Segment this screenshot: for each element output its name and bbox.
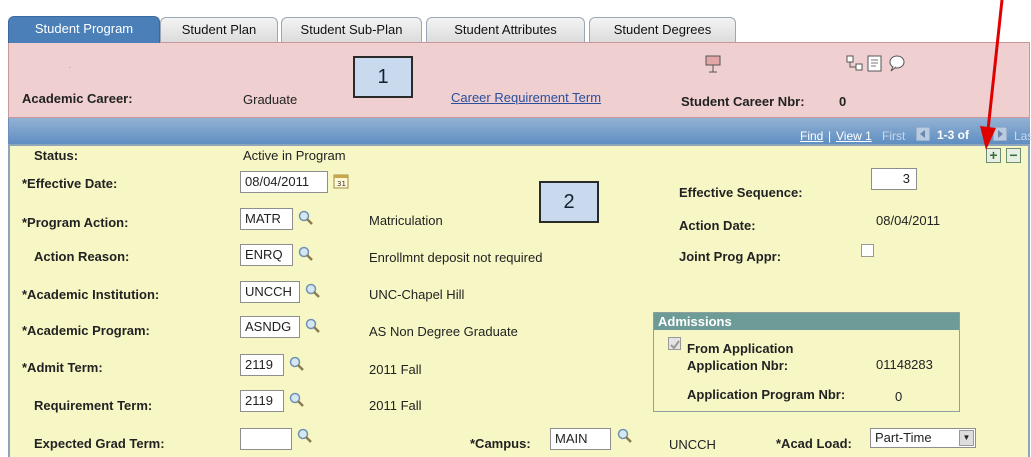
- notepad-icon[interactable]: [867, 55, 883, 72]
- acad-load-label: *Acad Load:: [776, 436, 852, 451]
- joint-prog-appr-checkbox[interactable]: [861, 244, 874, 257]
- action-reason-input[interactable]: ENRQ: [240, 244, 293, 266]
- career-requirement-term-link[interactable]: Career Requirement Term: [451, 90, 601, 105]
- campus-lookup-icon[interactable]: [617, 428, 633, 444]
- academic-institution-lookup-icon[interactable]: [305, 283, 321, 299]
- from-application-label: From Application: [687, 341, 794, 356]
- campus-description: UNCCH: [669, 437, 716, 452]
- campus-label: *Campus:: [470, 436, 531, 451]
- dropdown-arrow-icon[interactable]: ▼: [959, 430, 974, 446]
- callout-box-2: 2: [539, 181, 599, 223]
- academic-program-lookup-icon[interactable]: [305, 318, 321, 334]
- org-chart-icon[interactable]: [846, 55, 864, 72]
- admit-term-lookup-icon[interactable]: [289, 356, 305, 372]
- requirement-term-input[interactable]: 2119: [240, 390, 284, 412]
- expected-grad-term-input[interactable]: [240, 428, 292, 450]
- tab-student-attributes[interactable]: Student Attributes: [426, 17, 585, 42]
- academic-program-input[interactable]: ASNDG: [240, 316, 300, 338]
- calendar-icon[interactable]: 31: [333, 173, 349, 189]
- action-date-value: 08/04/2011: [876, 213, 941, 228]
- application-program-nbr-label: Application Program Nbr:: [687, 387, 846, 402]
- acad-load-select[interactable]: Part-Time ▼: [870, 428, 976, 448]
- joint-prog-appr-label: Joint Prog Appr:: [679, 249, 782, 264]
- acad-load-selected-value: Part-Time: [875, 430, 932, 445]
- academic-program-label: *Academic Program:: [22, 323, 150, 338]
- presentation-icon[interactable]: [704, 54, 722, 74]
- checkmark-icon: [670, 340, 680, 350]
- action-reason-description: Enrollmnt deposit not required: [369, 250, 543, 265]
- application-nbr-label: Application Nbr:: [687, 358, 789, 373]
- expected-grad-term-lookup-icon[interactable]: [297, 428, 313, 444]
- tab-student-plan[interactable]: Student Plan: [160, 17, 278, 42]
- tab-student-program[interactable]: Student Program: [8, 16, 160, 43]
- admit-term-label: *Admit Term:: [22, 360, 103, 375]
- academic-institution-input[interactable]: UNCCH: [240, 281, 300, 303]
- requirement-term-label: Requirement Term:: [34, 398, 153, 413]
- from-application-checkbox[interactable]: [668, 337, 681, 350]
- requirement-term-lookup-icon[interactable]: [289, 392, 305, 408]
- admit-term-description: 2011 Fall: [369, 362, 422, 377]
- student-career-nbr-value: 0: [839, 94, 847, 109]
- admit-term-input[interactable]: 2119: [240, 354, 284, 376]
- tab-student-sub-plan[interactable]: Student Sub-Plan: [281, 17, 422, 42]
- view-all-link[interactable]: View 1: [836, 129, 872, 143]
- svg-text:31: 31: [337, 180, 346, 188]
- action-date-label: Action Date:: [679, 218, 756, 233]
- effective-date-input[interactable]: 08/04/2011: [240, 171, 328, 193]
- academic-career-value: Graduate: [243, 92, 298, 107]
- action-reason-lookup-icon[interactable]: [298, 246, 314, 262]
- scroll-nav-bar: [8, 118, 1030, 144]
- career-header: [8, 42, 1030, 118]
- campus-input[interactable]: MAIN: [550, 428, 611, 450]
- program-action-lookup-icon[interactable]: [298, 210, 314, 226]
- academic-institution-description: UNC-Chapel Hill: [369, 287, 465, 302]
- expected-grad-term-label: Expected Grad Term:: [34, 436, 165, 451]
- action-reason-label: Action Reason:: [34, 249, 130, 264]
- annotation-arrow-icon: [980, 0, 1004, 150]
- application-nbr-value: 01148283: [876, 357, 933, 372]
- status-value: Active in Program: [243, 148, 346, 163]
- effective-date-label: *Effective Date:: [22, 176, 118, 191]
- application-program-nbr-value: 0: [895, 389, 903, 404]
- requirement-term-description: 2011 Fall: [369, 398, 422, 413]
- find-link[interactable]: Find: [800, 129, 823, 143]
- program-action-description: Matriculation: [369, 213, 443, 228]
- tab-bar: Student Program Student Plan Student Sub…: [0, 0, 1031, 43]
- academic-career-label: Academic Career:: [22, 91, 133, 106]
- program-action-input[interactable]: MATR: [240, 208, 293, 230]
- admissions-title: Admissions: [654, 313, 959, 330]
- tab-student-degrees[interactable]: Student Degrees: [589, 17, 736, 42]
- student-career-nbr-label: Student Career Nbr:: [681, 94, 805, 109]
- program-action-label: *Program Action:: [22, 215, 129, 230]
- effective-sequence-input[interactable]: 3: [871, 168, 917, 190]
- callout-box-1: 1: [353, 56, 413, 98]
- effective-sequence-label: Effective Sequence:: [679, 185, 803, 200]
- status-label: Status:: [34, 148, 79, 163]
- last-link[interactable]: Last: [1014, 129, 1031, 143]
- dot-marker: ·: [68, 62, 72, 73]
- nav-separator: |: [828, 129, 832, 143]
- academic-institution-label: *Academic Institution:: [22, 287, 160, 302]
- academic-program-description: AS Non Degree Graduate: [369, 324, 518, 339]
